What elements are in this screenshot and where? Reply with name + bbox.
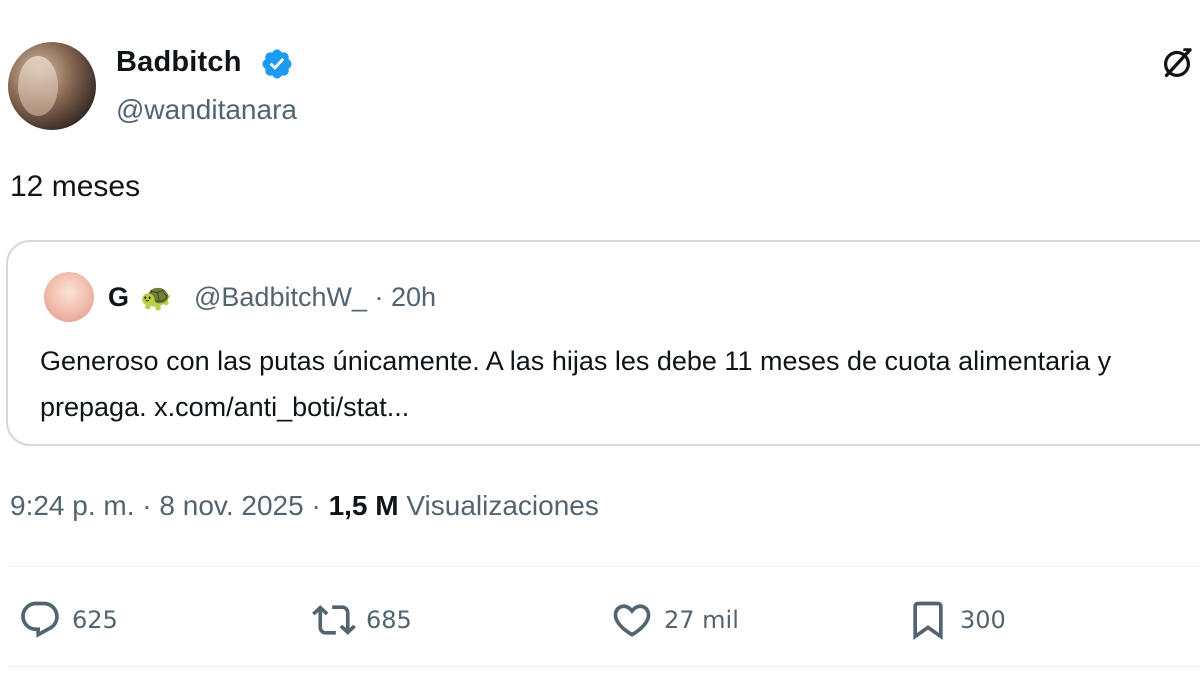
tweet-detail: Badbitch @wanditanara 12 meses G 🐢 @Badb… [0, 0, 1200, 675]
bookmark-button[interactable]: 300 [906, 596, 1006, 644]
reply-icon [21, 601, 59, 638]
divider [8, 666, 1200, 667]
repost-icon [312, 605, 356, 635]
separator-dot: · [142, 490, 152, 521]
reply-count: 625 [72, 606, 118, 634]
separator-dot: · [311, 490, 321, 521]
quoted-tweet-card[interactable]: G 🐢 @BadbitchW_ · 20h Generoso con las p… [6, 240, 1200, 446]
quoted-time: 20h [391, 282, 437, 312]
bookmark-count: 300 [960, 606, 1006, 634]
quoted-author-name: G [108, 282, 130, 312]
heart-icon [613, 604, 651, 637]
bookmark-icon [913, 601, 943, 641]
grok-icon[interactable] [1158, 44, 1196, 82]
quoted-author-avatar [44, 272, 94, 322]
repost-count: 685 [366, 606, 412, 634]
quoted-handle-row: @BadbitchW_ · 20h [194, 282, 436, 313]
author-handle[interactable]: @wanditanara [116, 94, 297, 126]
quoted-author-handle: @BadbitchW_ [194, 282, 367, 312]
separator-dot: · [374, 282, 384, 312]
tweet-time[interactable]: 9:24 p. m. [10, 490, 135, 521]
views-label: Visualizaciones [406, 490, 599, 521]
like-button[interactable]: 27 mil [610, 596, 739, 644]
author-avatar[interactable] [8, 42, 96, 130]
tweet-text: 12 meses [10, 170, 141, 203]
quoted-tweet-text: Generoso con las putas únicamente. A las… [40, 346, 1112, 422]
like-count: 27 mil [664, 606, 739, 634]
tweet-date[interactable]: 8 nov. 2025 [159, 490, 303, 521]
verified-badge-icon [262, 49, 292, 79]
tweet-meta: 9:24 p. m. · 8 nov. 2025 · 1,5 M Visuali… [10, 490, 599, 522]
reply-button[interactable]: 625 [18, 596, 118, 644]
author-display-name[interactable]: Badbitch [116, 46, 242, 79]
divider [8, 566, 1200, 567]
turtle-emoji: 🐢 [140, 282, 173, 312]
views-count: 1,5 M [328, 490, 399, 521]
repost-button[interactable]: 685 [312, 596, 412, 644]
